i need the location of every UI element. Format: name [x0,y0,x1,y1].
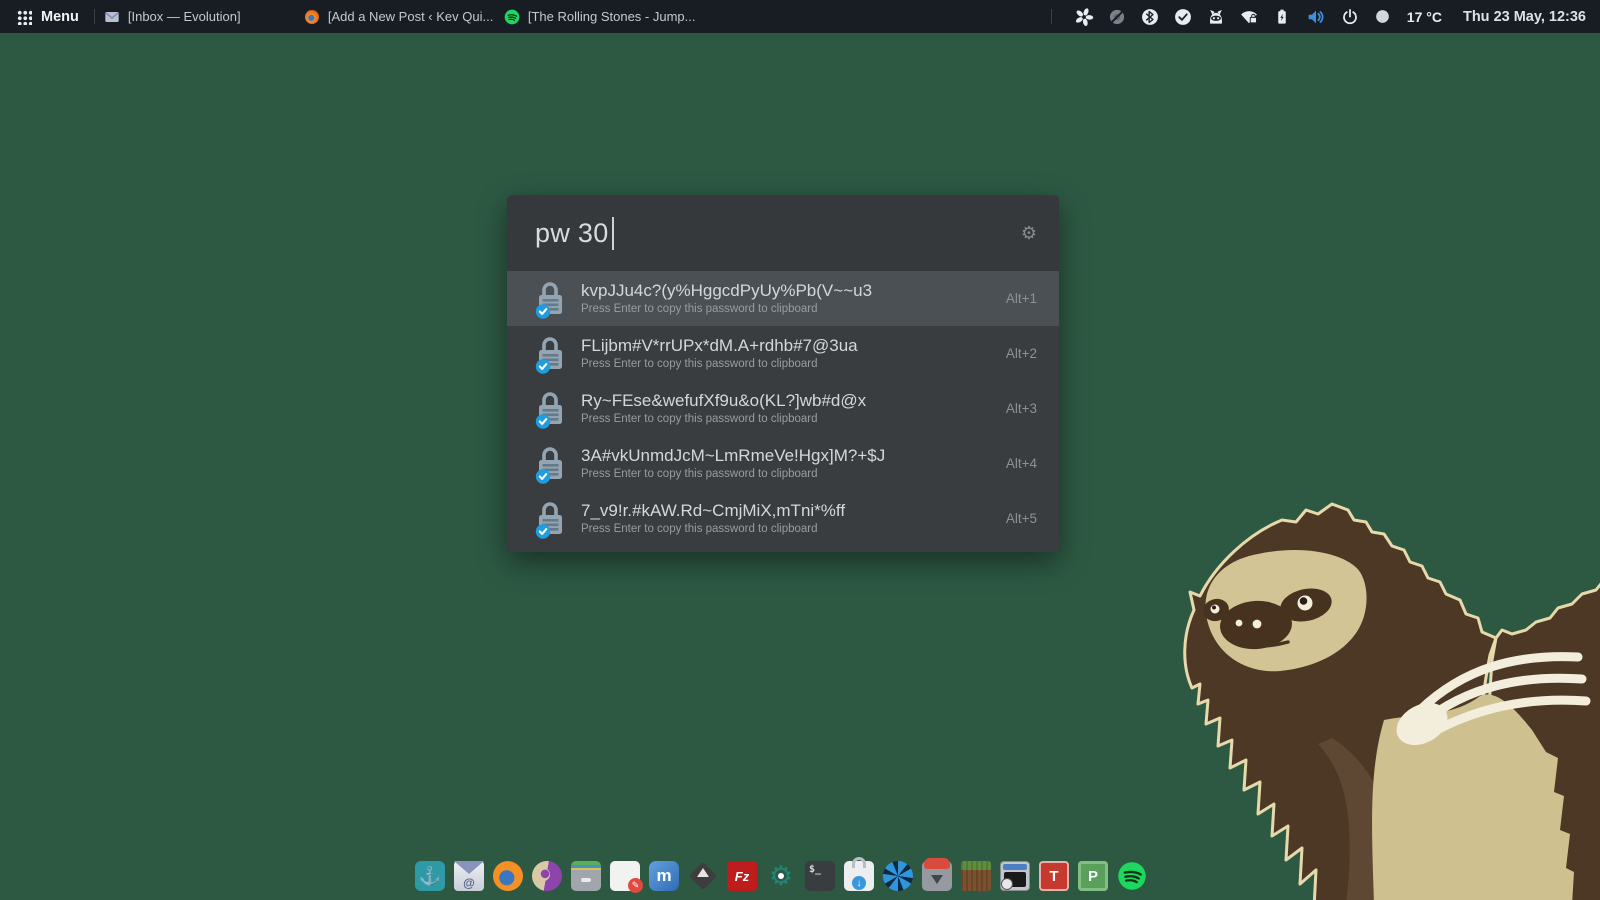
filezilla-icon[interactable]: Fz [727,861,757,891]
desktop: Menu [Inbox — Evolution] [Add a New Post … [0,0,1600,900]
password-text: 3A#vkUnmdJcM~LmRmeVe!Hgx]M?+$J [581,445,885,466]
search-input[interactable]: pw 30 [535,218,609,249]
sloth-wallpaper [1160,490,1600,900]
gear-icon[interactable] [1021,224,1037,242]
notes-icon[interactable]: ✎ [610,861,640,891]
wifi-secure-tray-icon[interactable] [1239,7,1259,27]
result-hint: Press Enter to copy this password to cli… [581,412,866,427]
keepass-lock-icon [535,334,565,374]
task-button[interactable]: [Inbox — Evolution] [104,7,302,27]
panel-separator [1051,9,1052,24]
minecraft-icon[interactable] [961,861,991,891]
task-label: [The Rolling Stones - Jump... [528,9,696,24]
result-hint: Press Enter to copy this password to cli… [581,302,872,317]
t-app-icon[interactable]: T [1039,861,1069,891]
keepass-lock-icon [535,389,565,429]
menu-label: Menu [41,9,79,25]
password-text: FLijbm#V*rrUPx*dM.A+rdhb#7@3ua [581,335,858,356]
task-label: [Inbox — Evolution] [128,9,241,24]
mastodon-icon[interactable]: m [649,861,679,891]
settings-gear-icon[interactable]: ⚙ [766,861,796,891]
password-result[interactable]: kvpJJu4c?(y%HggcdPyUy%Pb(V~~u3Press Ente… [507,271,1059,326]
power-tray-icon[interactable] [1340,7,1360,27]
dock: ⚓ @ ✎ m Fz ⚙ $_ ↓ TP [415,861,1147,891]
terminal-icon[interactable]: $_ [805,861,835,891]
creature-tray-icon[interactable] [1206,7,1226,27]
file-cabinet-icon[interactable] [571,861,601,891]
temperature-indicator[interactable]: 17 °C [1407,9,1442,25]
top-panel: Menu [Inbox — Evolution] [Add a New Post … [0,0,1600,33]
brightness-tray-icon[interactable] [1373,7,1392,26]
task-button[interactable]: [Add a New Post ‹ Kev Qui... [304,7,502,27]
launcher-window: pw 30 kvpJJu4c?(y%HggcdPyUy%Pb(V~~u3Pres… [507,195,1059,552]
result-hint: Press Enter to copy this password to cli… [581,357,858,372]
task-button[interactable]: [The Rolling Stones - Jump... [504,7,702,27]
anchor-app-icon[interactable]: ⚓ [415,861,445,891]
disabled-slash-tray-icon[interactable] [1107,7,1127,27]
password-result[interactable]: FLijbm#V*rrUPx*dM.A+rdhb#7@3uaPress Ente… [507,326,1059,381]
password-text: 7_v9!r.#kAW.Rd~CmjMiX,mTni*%ff [581,500,845,521]
shortcut-label: Alt+3 [1006,401,1037,416]
firefox-icon[interactable] [493,861,523,891]
launcher-results: kvpJJu4c?(y%HggcdPyUy%Pb(V~~u3Press Ente… [507,271,1059,546]
spotify-icon [504,9,520,25]
keepass-lock-icon [535,499,565,539]
shutter-tray-icon[interactable] [1074,7,1094,27]
spotify-icon[interactable] [1117,861,1147,891]
battery-charging-tray-icon[interactable] [1272,7,1292,27]
app-grid-icon [16,9,32,25]
bluetooth-tray-icon[interactable] [1140,7,1160,27]
picard-disc-icon[interactable] [532,861,562,891]
shortcut-label: Alt+1 [1006,291,1037,306]
inkscape-icon[interactable] [688,861,718,891]
blue-shutter-icon[interactable] [883,861,913,891]
keepass-lock-icon [535,444,565,484]
menu-button[interactable]: Menu [10,9,85,25]
shortcut-label: Alt+5 [1006,511,1037,526]
password-result[interactable]: Ry~FEse&wefufXf9u&o(KL?]wb#d@xPress Ente… [507,381,1059,436]
system-tray [1074,6,1392,28]
shortcut-label: Alt+2 [1006,346,1037,361]
password-text: Ry~FEse&wefufXf9u&o(KL?]wb#d@x [581,390,866,411]
evolution-mail-icon [104,9,120,25]
firefox-icon [304,9,320,25]
backup-plunger-icon[interactable] [922,861,952,891]
clock[interactable]: Thu 23 May, 12:36 [1463,9,1586,25]
panel-separator [94,9,95,24]
password-text: kvpJJu4c?(y%HggcdPyUy%Pb(V~~u3 [581,280,872,301]
keepass-lock-icon [535,279,565,319]
task-label: [Add a New Post ‹ Kev Qui... [328,9,493,24]
p-app-icon[interactable]: P [1078,861,1108,891]
launcher-input-row: pw 30 [507,195,1059,271]
check-circle-tray-icon[interactable] [1173,7,1193,27]
text-caret [612,217,614,250]
shortcut-label: Alt+4 [1006,456,1037,471]
password-result[interactable]: 3A#vkUnmdJcM~LmRmeVe!Hgx]M?+$JPress Ente… [507,436,1059,491]
result-hint: Press Enter to copy this password to cli… [581,467,885,482]
evolution-mail-icon[interactable]: @ [454,861,484,891]
result-hint: Press Enter to copy this password to cli… [581,522,845,537]
software-store-icon[interactable]: ↓ [844,861,874,891]
password-result[interactable]: 7_v9!r.#kAW.Rd~CmjMiX,mTni*%ffPress Ente… [507,491,1059,546]
window-task-list: [Inbox — Evolution] [Add a New Post ‹ Kev… [104,7,702,27]
retro-terminal-icon[interactable] [1000,861,1030,891]
volume-tray-icon[interactable] [1305,6,1327,28]
